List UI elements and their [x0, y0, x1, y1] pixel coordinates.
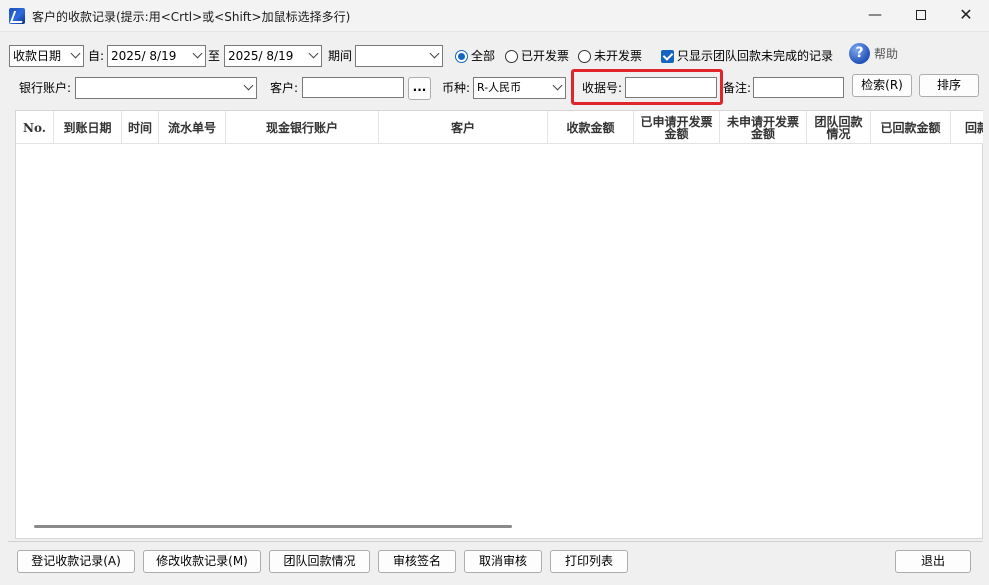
to-label: 至	[208, 49, 221, 63]
from-label: 自:	[88, 49, 105, 63]
bank-account-select[interactable]	[75, 77, 257, 99]
chevron-down-icon	[243, 80, 254, 91]
minimize-button[interactable]: —	[852, 0, 898, 32]
radio-invoiced-label: 已开发票	[521, 49, 570, 63]
only-team-label: 只显示团队回款未完成的记录	[677, 49, 834, 63]
col-team-payment[interactable]: 团队回款 情况	[807, 111, 871, 143]
team-payment-button[interactable]: 团队回款情况	[269, 550, 370, 573]
receipt-number-highlight	[571, 69, 723, 105]
only-team-checkbox[interactable]	[661, 50, 674, 63]
col-serial-number[interactable]: 流水单号	[159, 111, 226, 143]
chevron-down-icon	[192, 48, 203, 59]
title-bar: 客户的收款记录(提示:用<Crtl>或<Shift>加鼠标选择多行) — ✕	[0, 0, 989, 32]
modify-payment-button[interactable]: 修改收款记录(M)	[143, 550, 261, 573]
col-no[interactable]: No.	[16, 111, 54, 143]
from-date-picker[interactable]: 2025/ 8/19	[107, 45, 206, 67]
date-type-select[interactable]: 收款日期	[9, 45, 84, 67]
search-button[interactable]: 检索(R)	[852, 74, 912, 97]
col-invoice-not-applied[interactable]: 未申请开发票 金额	[720, 111, 807, 143]
col-received-amount[interactable]: 已回款金额	[871, 111, 951, 143]
customer-label: 客户:	[270, 81, 299, 95]
currency-label: 币种:	[442, 81, 471, 95]
customer-browse-button[interactable]: ...	[408, 77, 431, 100]
print-list-button[interactable]: 打印列表	[550, 550, 628, 573]
register-payment-button[interactable]: 登记收款记录(A)	[17, 550, 135, 573]
note-label: 备注:	[723, 81, 752, 95]
currency-select[interactable]: R-人民币	[473, 77, 566, 99]
radio-not-invoiced[interactable]	[578, 50, 591, 63]
col-arrival-date[interactable]: 到账日期	[54, 111, 122, 143]
period-label: 期间	[328, 49, 353, 63]
help-label[interactable]: 帮助	[874, 47, 898, 61]
cancel-approve-button[interactable]: 取消审核	[464, 550, 542, 573]
maximize-button[interactable]	[898, 0, 944, 32]
period-select[interactable]	[355, 45, 443, 67]
grid-header: No. 到账日期 时间 流水单号 现金银行账户 客户 收款金额 已申请开发票 金…	[16, 111, 983, 144]
horizontal-scrollbar[interactable]	[34, 525, 512, 528]
bank-account-label: 银行账户:	[19, 81, 72, 95]
chevron-down-icon	[429, 48, 440, 59]
col-cash-bank-account[interactable]: 现金银行账户	[226, 111, 379, 143]
help-icon[interactable]: ?	[849, 43, 870, 64]
currency-value: R-人民币	[477, 81, 522, 94]
maximize-icon	[916, 10, 926, 20]
to-date-value: 2025/ 8/19	[228, 49, 294, 63]
app-icon	[9, 8, 25, 24]
divider	[8, 541, 983, 542]
col-amount[interactable]: 收款金额	[548, 111, 634, 143]
exit-button[interactable]: 退出	[895, 550, 971, 573]
from-date-value: 2025/ 8/19	[111, 49, 177, 63]
col-time[interactable]: 时间	[122, 111, 159, 143]
close-button[interactable]: ✕	[943, 0, 989, 32]
col-customer[interactable]: 客户	[379, 111, 548, 143]
radio-not-invoiced-label: 未开发票	[594, 49, 643, 63]
date-type-value: 收款日期	[13, 49, 62, 63]
col-invoice-applied[interactable]: 已申请开发票 金额	[634, 111, 720, 143]
radio-all-label: 全部	[471, 49, 496, 63]
chevron-down-icon	[308, 48, 319, 59]
to-date-picker[interactable]: 2025/ 8/19	[224, 45, 322, 67]
col-payment[interactable]: 回款	[951, 111, 983, 143]
radio-invoiced[interactable]	[505, 50, 518, 63]
customer-input[interactable]	[302, 77, 404, 98]
chevron-down-icon	[552, 80, 563, 91]
sort-button[interactable]: 排序	[919, 74, 979, 97]
window-title: 客户的收款记录(提示:用<Crtl>或<Shift>加鼠标选择多行)	[32, 10, 351, 24]
note-input[interactable]	[753, 77, 844, 98]
approve-sign-button[interactable]: 审核签名	[378, 550, 456, 573]
chevron-down-icon	[70, 48, 81, 59]
records-grid[interactable]: No. 到账日期 时间 流水单号 现金银行账户 客户 收款金额 已申请开发票 金…	[15, 110, 983, 539]
radio-all[interactable]	[455, 50, 468, 63]
